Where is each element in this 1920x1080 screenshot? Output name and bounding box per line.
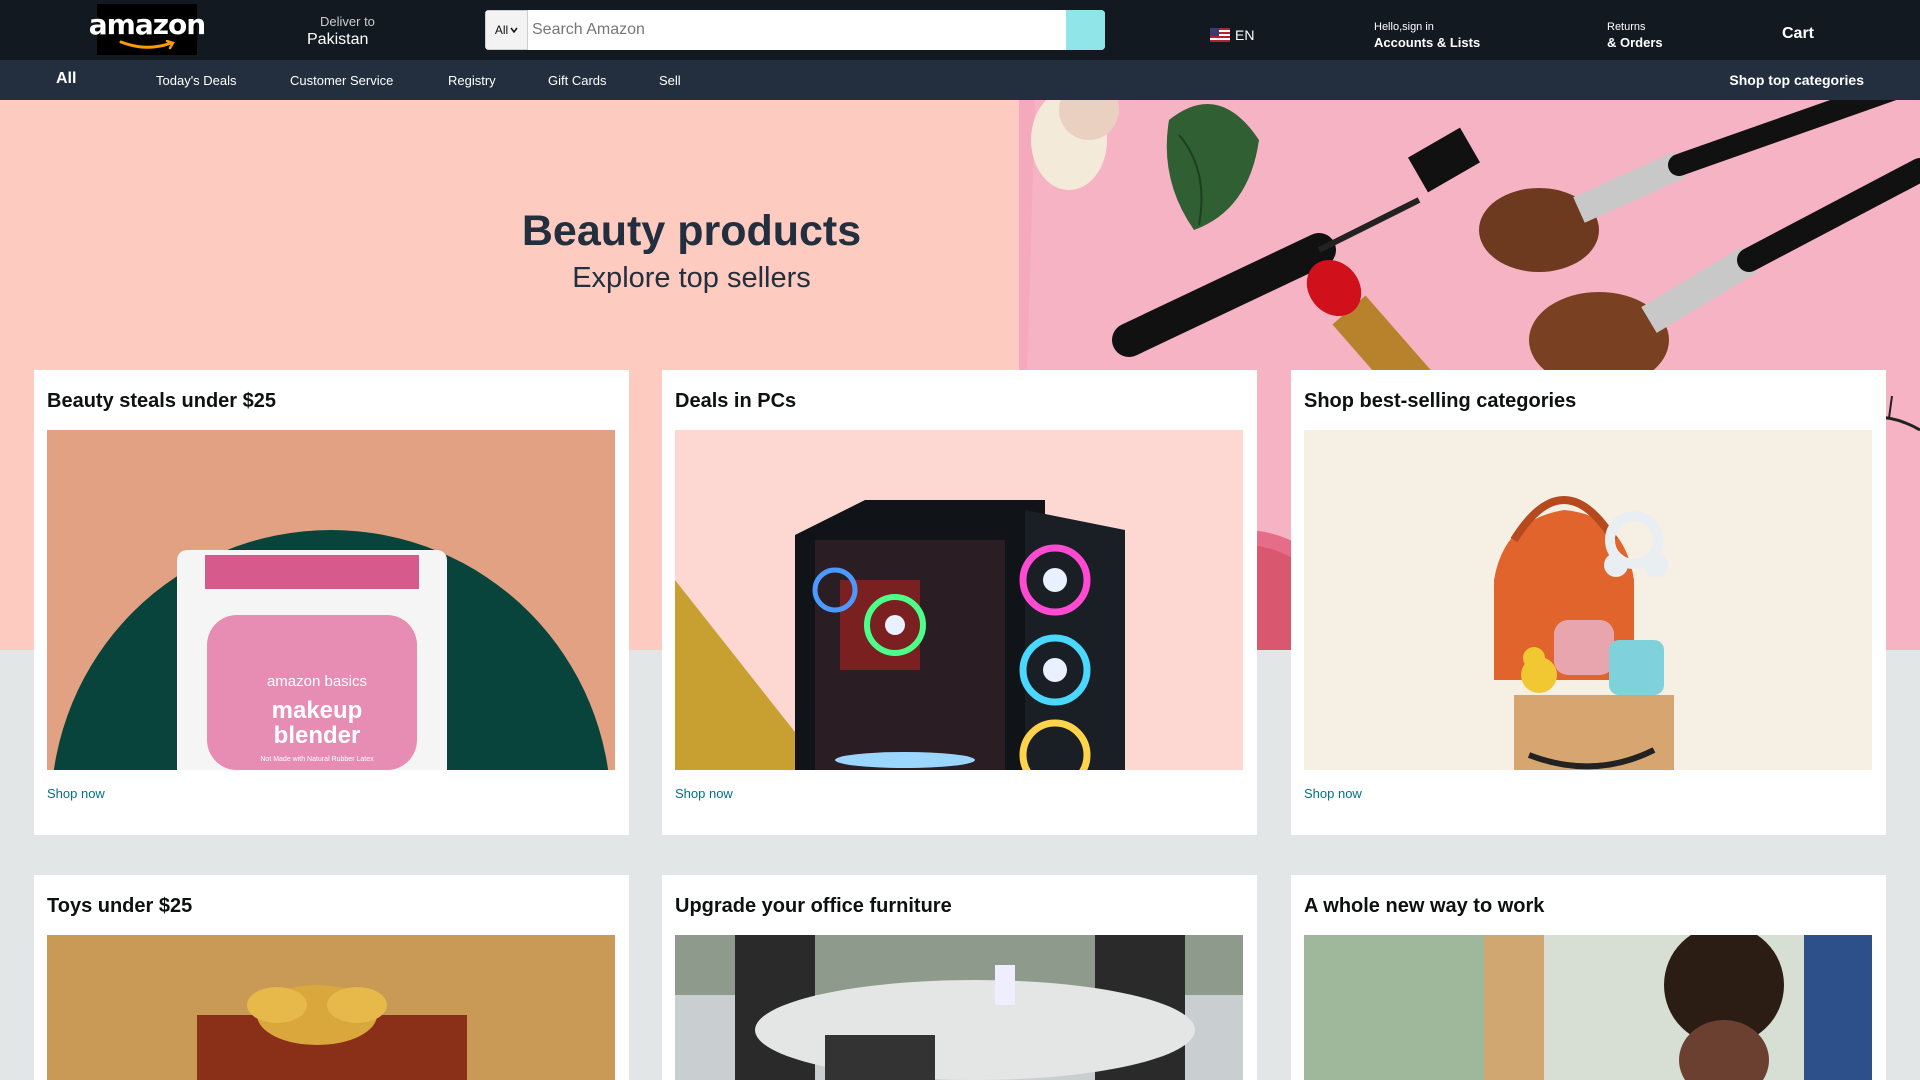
account-lists[interactable]: Hello,sign in Accounts & Lists [1374,21,1480,50]
card-best-selling-categories: Shop best-selling categories Shop now [1291,370,1886,835]
nav-gift-cards[interactable]: Gift Cards [548,73,607,88]
deliver-label: Deliver to [320,14,375,29]
office-table-graphic [675,935,1243,1080]
work-image[interactable] [1304,935,1872,1080]
orders-label: & Orders [1607,35,1663,50]
card-beauty-steals: Beauty steals under $25 amazon basics ma… [34,370,629,835]
hero-subtitle: Explore top sellers [572,262,811,294]
makeup-blender-image[interactable]: amazon basics makeup blender Not Made wi… [47,430,615,770]
nav-sell[interactable]: Sell [659,73,681,88]
card-title: Toys under $25 [47,895,193,917]
hero-title: Beauty products [521,207,862,255]
product-name-line1: makeup [272,697,363,724]
returns-orders[interactable]: Returns & Orders [1607,21,1663,50]
language-selector[interactable]: EN [1210,27,1254,43]
search-button[interactable] [1066,10,1105,50]
search-bar: All [485,10,1105,50]
categories-graphic [1304,430,1872,770]
shop-now-link[interactable]: Shop now [675,786,733,801]
card-title: Beauty steals under $25 [47,390,276,412]
office-furniture-image[interactable] [675,935,1243,1080]
cart-link[interactable]: Cart [1782,25,1814,43]
gaming-pc-image[interactable] [675,430,1243,770]
search-input[interactable] [528,10,1066,50]
product-note: Not Made with Natural Rubber Latex [260,756,374,763]
card-office-furniture: Upgrade your office furniture [662,875,1257,1080]
person-working-graphic [1304,935,1872,1080]
deliver-country: Pakistan [307,31,369,48]
card-toys-under-25: Toys under $25 [34,875,629,1080]
nav-registry[interactable]: Registry [448,73,496,88]
amazon-logo[interactable]: amazon [89,4,206,55]
shop-now-link[interactable]: Shop now [1304,786,1362,801]
card-new-way-to-work: A whole new way to work [1291,875,1886,1080]
chevron-down-icon [510,27,518,33]
makeup-blender-graphic: amazon basics makeup blender Not Made wi… [47,430,615,770]
returns-label: Returns [1607,21,1646,33]
deliver-to[interactable]: Deliver to Pakistan [307,14,375,49]
gaming-pc-graphic [675,430,1243,770]
logo-text: amazon [88,7,206,41]
card-title: Deals in PCs [675,390,797,412]
shop-top-categories[interactable]: Shop top categories [1729,72,1864,88]
sub-nav-bar: All Today's Deals Customer Service Regis… [0,60,1920,100]
search-category-select[interactable]: All [485,10,528,50]
product-brand: amazon basics [267,673,367,690]
account-greeting: Hello,sign in [1374,21,1434,33]
categories-image[interactable] [1304,430,1872,770]
smile-arrow-icon [119,39,175,49]
language-label: EN [1235,27,1255,43]
card-title: Shop best-selling categories [1304,390,1577,412]
us-flag-icon [1210,28,1230,42]
nav-customer-service[interactable]: Customer Service [290,73,393,88]
product-name-line2: blender [274,722,361,749]
toys-image[interactable] [47,935,615,1080]
card-title: Upgrade your office furniture [675,895,952,917]
card-deals-in-pcs: Deals in PCs Shop now [662,370,1257,835]
account-label: Accounts & Lists [1374,35,1481,50]
nav-todays-deals[interactable]: Today's Deals [156,73,237,88]
shop-now-link[interactable]: Shop now [47,786,105,801]
gift-box-graphic [47,935,615,1080]
top-nav-bar: amazon Deliver to Pakistan All EN Hello,… [0,0,1920,60]
all-menu-button[interactable]: All [56,70,76,88]
search-category-value: All [494,23,509,37]
card-title: A whole new way to work [1304,895,1545,917]
